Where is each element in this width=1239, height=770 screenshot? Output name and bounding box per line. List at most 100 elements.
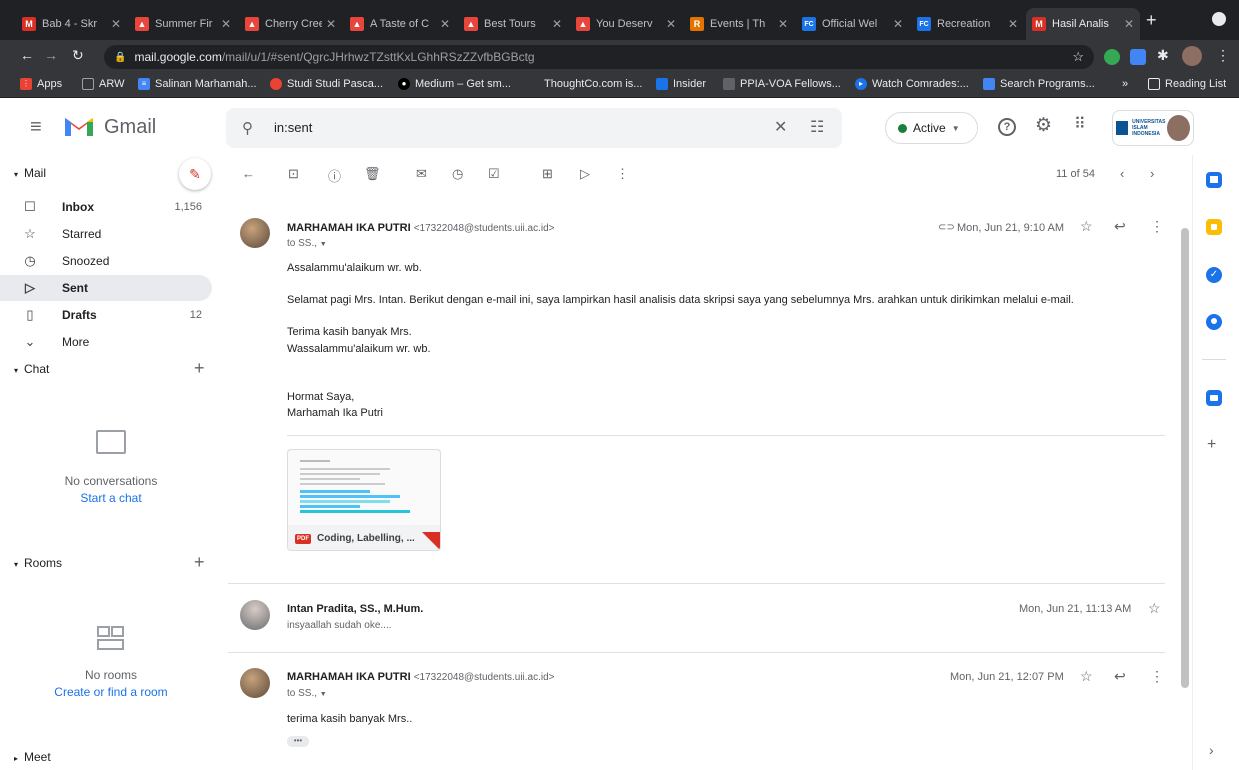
bookmark-item[interactable]: Search Programs... xyxy=(983,78,1095,90)
star-icon[interactable]: ☆ xyxy=(1148,600,1161,617)
browser-avatar[interactable] xyxy=(1182,46,1202,66)
sender-avatar[interactable] xyxy=(240,600,270,630)
zoom-icon[interactable] xyxy=(1206,390,1222,406)
browser-tab[interactable]: FC Recreation ✕ xyxy=(911,8,1024,40)
sidebar-item-sent[interactable]: ▷ Sent xyxy=(0,275,212,301)
sender-avatar[interactable] xyxy=(240,218,270,248)
message-snippet[interactable]: insyaallah sudah oke.... xyxy=(287,620,392,631)
bookmark-star-icon[interactable]: ☆ xyxy=(1072,49,1084,65)
status-selector[interactable]: Active ▼ xyxy=(885,112,978,144)
extension-icon[interactable] xyxy=(1130,49,1146,65)
address-bar[interactable]: 🔒 mail.google.com/mail/u/1/#sent/QgrcJHr… xyxy=(104,45,1094,69)
attachment-card[interactable]: PDF Coding, Labelling, ... xyxy=(287,449,441,551)
older-chevron-right-icon[interactable]: › xyxy=(1150,166,1154,181)
google-apps-icon[interactable]: ⠿ xyxy=(1074,114,1086,134)
recipients-toggle[interactable]: to SS., ▼ xyxy=(287,688,327,699)
settings-gear-icon[interactable]: ⚙ xyxy=(1035,114,1052,137)
search-options-icon[interactable]: ☷ xyxy=(810,117,824,137)
bookmark-item[interactable]: PPIA-VOA Fellows... xyxy=(723,78,841,90)
new-chat-plus-icon[interactable]: + xyxy=(194,358,205,379)
label-icon[interactable]: ▷ xyxy=(580,166,590,182)
puzzle-extensions-icon[interactable]: ✱ xyxy=(1157,47,1169,64)
search-bar[interactable]: ⚲ in:sent ✕ ☷ xyxy=(226,108,842,148)
main-menu-icon[interactable]: ≡ xyxy=(30,116,42,139)
close-icon[interactable]: ✕ xyxy=(1008,17,1018,31)
create-room-link[interactable]: Create or find a room xyxy=(0,685,222,699)
browser-tab[interactable]: ▲ You Deserv ✕ xyxy=(570,8,682,40)
close-icon[interactable]: ✕ xyxy=(666,17,676,31)
bookmark-apps[interactable]: ⋮ Apps xyxy=(20,78,62,90)
calendar-icon[interactable] xyxy=(1206,172,1222,188)
browser-tab[interactable]: FC Official Wel ✕ xyxy=(796,8,909,40)
compose-pencil-icon[interactable]: ✎ xyxy=(179,158,211,190)
sidebar-item-snoozed[interactable]: ◷ Snoozed xyxy=(0,248,212,274)
mark-unread-icon[interactable]: ✉ xyxy=(416,166,427,182)
close-icon[interactable]: ✕ xyxy=(552,17,562,31)
contacts-icon[interactable] xyxy=(1206,314,1222,330)
recipients-toggle[interactable]: to SS., ▼ xyxy=(287,238,327,249)
reply-icon[interactable]: ↩ xyxy=(1114,218,1126,235)
search-icon[interactable]: ⚲ xyxy=(242,119,253,137)
add-to-tasks-icon[interactable]: ☑ xyxy=(488,166,500,182)
bookmark-item[interactable]: ThoughtCo.com is... xyxy=(527,78,642,90)
scrollbar-thumb[interactable] xyxy=(1181,228,1189,688)
mail-section-header[interactable]: ▾ Mail xyxy=(14,166,46,180)
browser-tab[interactable]: ▲ Best Tours ✕ xyxy=(458,8,568,40)
tasks-icon[interactable]: ✓ xyxy=(1206,267,1222,283)
sender-name-row[interactable]: MARHAMAH IKA PUTRI <17322048@students.ui… xyxy=(287,222,555,234)
message-more-icon[interactable]: ⋮ xyxy=(1150,218,1164,235)
archive-icon[interactable]: ⊡ xyxy=(288,166,299,182)
sidebar-item-more[interactable]: ⌄ More xyxy=(0,329,212,355)
sender-name-row[interactable]: MARHAMAH IKA PUTRI <17322048@students.ui… xyxy=(287,671,555,683)
browser-tab[interactable]: ▲ Summer Fir ✕ xyxy=(129,8,237,40)
more-actions-icon[interactable]: ⋮ xyxy=(616,166,629,182)
close-icon[interactable]: ✕ xyxy=(326,17,336,31)
profile-menu-icon[interactable] xyxy=(1212,12,1226,26)
move-to-icon[interactable]: ⊞ xyxy=(542,166,553,182)
sender-name[interactable]: Intan Pradita, SS., M.Hum. xyxy=(287,603,423,615)
star-icon[interactable]: ☆ xyxy=(1080,668,1093,685)
forward-arrow-icon[interactable]: → xyxy=(44,47,58,63)
reload-icon[interactable]: ↻ xyxy=(72,47,84,64)
browser-tab[interactable]: ▲ A Taste of C ✕ xyxy=(344,8,456,40)
close-icon[interactable]: ✕ xyxy=(893,17,903,31)
sidebar-item-drafts[interactable]: ▯ Drafts 12 xyxy=(0,302,212,328)
kebab-menu-icon[interactable]: ⋮ xyxy=(1216,47,1230,64)
get-addons-plus-icon[interactable]: + xyxy=(1207,436,1216,454)
rooms-section-header[interactable]: ▾ Rooms xyxy=(14,556,62,570)
browser-tab[interactable]: ▲ Cherry Cree ✕ xyxy=(239,8,342,40)
sender-avatar[interactable] xyxy=(240,668,270,698)
delete-icon[interactable]: 🗑 xyxy=(364,166,381,182)
more-bookmarks-icon[interactable]: » xyxy=(1122,78,1128,90)
reply-icon[interactable]: ↩ xyxy=(1114,668,1126,685)
bookmark-item[interactable]: Studi Studi Pasca... xyxy=(270,78,383,90)
new-room-plus-icon[interactable]: + xyxy=(194,552,205,573)
browser-tab[interactable]: R Events | Th ✕ xyxy=(684,8,794,40)
back-to-list-icon[interactable]: ← xyxy=(242,166,255,181)
bookmark-item[interactable]: ▸ Watch Comrades:... xyxy=(855,78,969,90)
snooze-icon[interactable]: ◷ xyxy=(452,166,463,182)
sidebar-item-inbox[interactable]: ☐ Inbox 1,156 xyxy=(0,194,212,220)
bookmark-item[interactable]: ARW xyxy=(82,78,124,90)
chat-section-header[interactable]: ▾ Chat xyxy=(14,362,49,376)
close-icon[interactable]: ✕ xyxy=(1124,17,1134,31)
sidebar-item-starred[interactable]: ☆ Starred xyxy=(0,221,212,247)
back-arrow-icon[interactable]: ← xyxy=(20,47,34,63)
keep-icon[interactable] xyxy=(1206,219,1222,235)
newer-chevron-left-icon[interactable]: ‹ xyxy=(1120,166,1124,181)
bookmark-item[interactable]: Insider xyxy=(656,78,706,90)
clear-search-icon[interactable]: ✕ xyxy=(774,117,787,137)
account-avatar[interactable] xyxy=(1167,115,1190,141)
reading-list-button[interactable]: Reading List xyxy=(1148,78,1226,90)
browser-tab[interactable]: M Bab 4 - Skr ✕ xyxy=(16,8,127,40)
close-icon[interactable]: ✕ xyxy=(440,17,450,31)
search-input[interactable]: in:sent xyxy=(274,120,312,135)
start-chat-link[interactable]: Start a chat xyxy=(0,491,222,505)
show-trimmed-content-button[interactable]: ••• xyxy=(287,736,309,747)
message-more-icon[interactable]: ⋮ xyxy=(1150,668,1164,685)
meet-section-header[interactable]: ▸ Meet xyxy=(14,750,51,764)
gmail-logo-icon[interactable] xyxy=(63,114,95,143)
extension-icon[interactable] xyxy=(1104,49,1120,65)
close-icon[interactable]: ✕ xyxy=(111,17,121,31)
close-icon[interactable]: ✕ xyxy=(778,17,788,31)
